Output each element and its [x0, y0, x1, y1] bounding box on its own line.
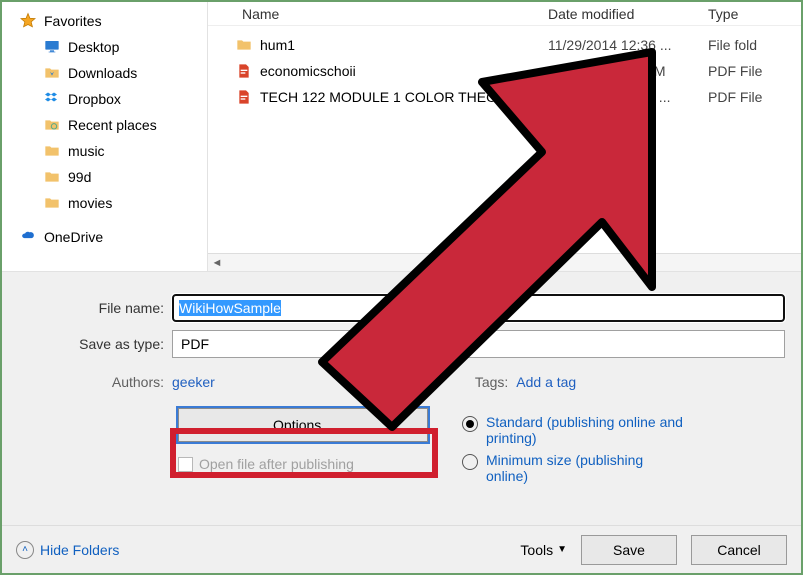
downloads-icon — [42, 64, 62, 82]
tools-menu[interactable]: Tools ▼ — [520, 542, 567, 558]
authors-value[interactable]: geeker — [172, 374, 215, 390]
dropbox-icon — [42, 90, 62, 108]
file-name: TECH 122 MODULE 1 COLOR THEORIES(2) — [260, 89, 547, 105]
sidebar-item-99d[interactable]: 99d — [12, 164, 207, 190]
file-date: 11/28/2014 11:57 ... — [548, 89, 708, 105]
optimize-standard-label: Standard (publishing online and printing… — [486, 414, 686, 446]
cancel-button[interactable]: Cancel — [691, 535, 787, 565]
folder-icon — [42, 168, 62, 186]
file-list-pane: Name Date modified Type hum1 11/29/2014 … — [207, 2, 801, 271]
nav-pane: Favorites Desktop Downloads — [2, 2, 207, 271]
onedrive-label: OneDrive — [44, 229, 103, 245]
save-as-dialog: Favorites Desktop Downloads — [0, 0, 803, 575]
filename-input[interactable] — [172, 294, 785, 322]
sidebar-item-recent[interactable]: Recent places — [12, 112, 207, 138]
file-row[interactable]: hum1 11/29/2014 12:36 ... File fold — [208, 32, 801, 58]
star-icon — [18, 12, 38, 30]
sidebar-item-music[interactable]: music — [12, 138, 207, 164]
tags-label: Tags: — [475, 374, 508, 390]
folder-icon — [234, 36, 254, 54]
sidebar-item-desktop[interactable]: Desktop — [12, 34, 207, 60]
file-date: 11/29/2014 12:36 ... — [548, 37, 708, 53]
horizontal-scrollbar[interactable]: ◄ — [208, 253, 801, 271]
file-type: PDF File — [708, 63, 801, 79]
scroll-left-icon[interactable]: ◄ — [208, 257, 226, 269]
chevron-up-icon: ˄ — [16, 541, 34, 559]
dialog-footer: ˄ Hide Folders Tools ▼ Save Cancel — [2, 525, 801, 573]
sidebar-item-movies[interactable]: movies — [12, 190, 207, 216]
file-date: 12/3/2014 1:25 AM — [548, 63, 708, 79]
favorites-header[interactable]: Favorites — [12, 8, 207, 34]
saveastype-combo[interactable]: PDF — [172, 330, 785, 358]
saveastype-label: Save as type: — [2, 336, 172, 352]
onedrive-header[interactable]: OneDrive — [12, 224, 207, 250]
recent-icon — [42, 116, 62, 134]
sidebar-item-downloads[interactable]: Downloads — [12, 60, 207, 86]
desktop-icon — [42, 38, 62, 56]
file-name: economicschoii — [260, 63, 356, 79]
optimize-standard-radio[interactable] — [462, 416, 478, 432]
open-after-label: Open file after publishing — [199, 456, 354, 472]
folder-icon — [42, 194, 62, 212]
file-name: hum1 — [260, 37, 295, 53]
authors-label: Authors: — [2, 374, 172, 390]
tags-value[interactable]: Add a tag — [516, 374, 576, 390]
folder-icon — [42, 142, 62, 160]
col-name[interactable]: Name — [208, 6, 548, 22]
options-button[interactable]: Options... — [178, 408, 428, 442]
file-row[interactable]: TECH 122 MODULE 1 COLOR THEORIES(2) 11/2… — [208, 84, 801, 110]
save-button[interactable]: Save — [581, 535, 677, 565]
col-type[interactable]: Type — [708, 6, 801, 22]
file-type: File fold — [708, 37, 801, 53]
hide-folders-button[interactable]: ˄ Hide Folders — [16, 541, 119, 559]
optimize-minimum-label: Minimum size (publishing online) — [486, 452, 686, 484]
open-after-checkbox[interactable] — [178, 457, 193, 472]
sidebar-item-dropbox[interactable]: Dropbox — [12, 86, 207, 112]
file-row[interactable]: economicschoii 12/3/2014 1:25 AM PDF Fil… — [208, 58, 801, 84]
onedrive-icon — [18, 228, 38, 246]
pdf-icon — [234, 88, 254, 106]
saveastype-value: PDF — [181, 336, 209, 352]
pdf-icon — [234, 62, 254, 80]
file-type: PDF File — [708, 89, 801, 105]
optimize-minimum-radio[interactable] — [462, 454, 478, 470]
favorites-label: Favorites — [44, 13, 102, 29]
chevron-down-icon: ▼ — [557, 544, 567, 555]
form-area: File name: Save as type: PDF Authors: ge… — [2, 272, 801, 573]
col-date[interactable]: Date modified — [548, 6, 708, 22]
filename-label: File name: — [2, 300, 172, 316]
column-headers[interactable]: Name Date modified Type — [208, 2, 801, 26]
